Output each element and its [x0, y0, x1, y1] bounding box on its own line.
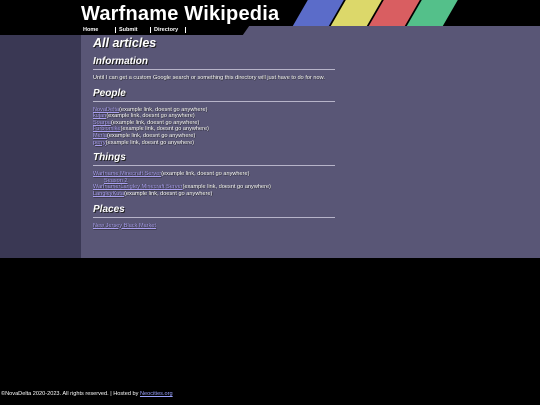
- article-link-black-market[interactable]: New Jersey Black Market: [93, 223, 156, 229]
- list-item: WarfnamerLangley Minecraft Server(exampl…: [93, 184, 335, 191]
- header-stripes-decoration: [292, 0, 458, 27]
- list-item: kujan(example link, doesnt go anywhere): [93, 113, 335, 120]
- main-content: All articles Information Until I can get…: [93, 36, 335, 229]
- list-item: Warfname Minecraft Server(example link, …: [93, 171, 335, 178]
- page-title: All articles: [93, 36, 157, 50]
- article-link-furbiomike[interactable]: Furbiomike: [93, 126, 121, 132]
- nav-separator: [185, 27, 186, 33]
- places-list: New Jersey Black Market: [93, 223, 335, 230]
- list-item: LangleyKuta(example link, doesnt go anyw…: [93, 191, 335, 198]
- link-note: (example link, doesnt go anywhere): [161, 171, 250, 178]
- article-link-kujan[interactable]: kujan: [93, 113, 106, 119]
- link-note: (example link, doesnt go anywhere): [107, 132, 196, 139]
- section-heading: Information: [93, 56, 335, 70]
- article-link-langley-server[interactable]: WarfnamerLangley Minecraft Server: [93, 184, 183, 190]
- footer: ©NovaDelta 2020-2023. All rights reserve…: [1, 391, 173, 397]
- link-note: (example link, doesnt go anywhere): [111, 119, 200, 126]
- nav-separator: [115, 27, 116, 33]
- list-item: Season 2: [93, 178, 335, 185]
- list-item: New Jersey Black Market: [93, 223, 335, 230]
- link-note: (example link, doesnt go anywhere): [182, 184, 271, 191]
- section-places: Places New Jersey Black Market: [93, 204, 335, 230]
- article-link-perry[interactable]: perry: [93, 140, 106, 146]
- sidebar-strip: [0, 35, 81, 258]
- section-heading: Places: [93, 204, 335, 218]
- article-link-season-2[interactable]: Season 2: [104, 178, 128, 184]
- nav-submit-link[interactable]: Submit: [119, 27, 138, 33]
- link-note: (example link, doesnt go anywhere): [124, 190, 213, 197]
- link-note: (example link, doesnt go anywhere): [106, 113, 195, 120]
- link-note: (example link, doesnt go anywhere): [119, 106, 208, 113]
- footer-copyright: ©NovaDelta 2020-2023. All rights reserve…: [1, 391, 140, 397]
- site-title[interactable]: Warfname Wikipedia: [81, 3, 279, 26]
- nav-bar: Home Submit Directory: [0, 26, 540, 35]
- information-text: Until I can get a custom Google search o…: [93, 75, 325, 81]
- list-item: Merla(example link, doesnt go anywhere): [93, 133, 335, 140]
- section-things: Things Warfname Minecraft Server(example…: [93, 152, 335, 197]
- neocities-link[interactable]: Neocities.org: [140, 391, 173, 397]
- article-link-soarpa[interactable]: Soarpa: [93, 120, 111, 126]
- things-list: Warfname Minecraft Server(example link, …: [93, 171, 335, 197]
- section-information: Information Until I can get a custom Goo…: [93, 56, 335, 82]
- section-people: People NovaDelta(example link, doesnt go…: [93, 88, 335, 147]
- article-link-merla[interactable]: Merla: [93, 133, 107, 139]
- link-note: (example link, doesnt go anywhere): [105, 139, 195, 146]
- nav-home-link[interactable]: Home: [83, 27, 98, 33]
- nav-separator: [150, 27, 151, 33]
- section-heading: Things: [93, 152, 335, 167]
- nav-directory-link[interactable]: Directory: [154, 27, 178, 33]
- list-item: perry(example link, doesnt go anywhere): [93, 140, 335, 147]
- link-note: (example link, doesnt go anywhere): [120, 126, 209, 133]
- list-item: Furbiomike(example link, doesnt go anywh…: [93, 126, 335, 133]
- list-item: NovaDelta(example link, doesnt go anywhe…: [93, 107, 335, 114]
- article-link-minecraft-server[interactable]: Warfname Minecraft Server: [93, 171, 161, 177]
- article-link-novadelta[interactable]: NovaDelta: [93, 107, 119, 113]
- list-item: Soarpa(example link, doesnt go anywhere): [93, 120, 335, 127]
- section-heading: People: [93, 88, 335, 102]
- article-link-langleykuta[interactable]: LangleyKuta: [93, 191, 124, 197]
- people-list: NovaDelta(example link, doesnt go anywhe…: [93, 107, 335, 147]
